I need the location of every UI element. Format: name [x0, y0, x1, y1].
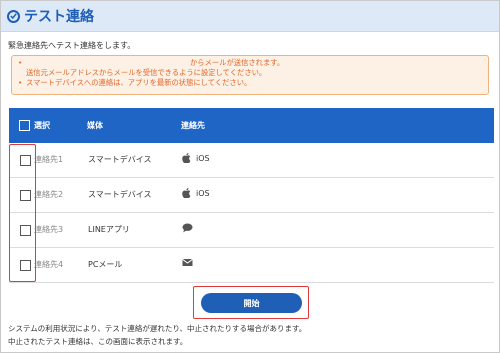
notice-text: スマートデバイスへの連絡は、アプリを最新の状態にしてください。	[26, 78, 252, 87]
contact-name: 連絡先2	[34, 190, 64, 199]
contact-name: 連絡先3	[34, 225, 64, 234]
checkbox-highlight	[9, 144, 36, 282]
check-circle-icon	[7, 9, 20, 23]
table-row: 連絡先2 スマートデバイス iOS	[9, 178, 494, 213]
header-medium: 媒体	[87, 121, 103, 130]
footer-note: 中止されたテスト連絡は、この画面に表示されます。	[8, 337, 188, 346]
notice-bullet: •	[18, 78, 23, 87]
notice-line: • スマートデバイスへの連絡は、アプリを最新の状態にしてください。	[12, 78, 488, 88]
notice-line: • からメールが送信されます。	[12, 58, 488, 68]
notice-line: 送信元メールアドレスからメールを受信できるように設定してください。	[12, 68, 488, 78]
contacts-table: 選択 媒体 連絡先 連絡先1 スマートデバイス iOS 連絡先2 スマートデバイ…	[9, 108, 494, 283]
start-button-highlight: 開始	[193, 286, 309, 319]
description-text: 緊急連絡先へテスト連絡をします。	[8, 41, 136, 50]
contact-os-label: iOS	[196, 154, 210, 163]
select-all-checkbox[interactable]	[19, 120, 30, 131]
panel-header: テスト連絡	[1, 1, 499, 32]
envelope-icon	[182, 258, 193, 267]
contact-medium: スマートデバイス	[88, 155, 152, 164]
header-contact: 連絡先	[181, 121, 205, 130]
contact-name: 連絡先1	[34, 155, 64, 164]
footer-note: システムの利用状況により、テスト連絡が遅れたり、中止されたりする場合があります。	[8, 324, 307, 333]
header-select: 選択	[34, 121, 50, 130]
table-row: 連絡先1 スマートデバイス iOS	[9, 143, 494, 178]
table-row: 連絡先3 LINEアプリ	[9, 213, 494, 248]
apple-icon	[182, 153, 191, 163]
apple-icon	[182, 188, 191, 198]
start-button[interactable]: 開始	[201, 293, 302, 313]
contact-name: 連絡先4	[34, 260, 64, 269]
notice-text: 送信元メールアドレスからメールを受信できるように設定してください。	[26, 68, 267, 77]
chat-bubble-icon	[182, 223, 193, 233]
table-header: 選択 媒体 連絡先	[9, 108, 494, 143]
contact-medium: PCメール	[88, 260, 123, 269]
notice-text: からメールが送信されます。	[190, 58, 285, 67]
page-title: テスト連絡	[24, 9, 94, 25]
test-contact-panel: テスト連絡 緊急連絡先へテスト連絡をします。 • からメールが送信されます。 送…	[0, 0, 500, 353]
contact-medium: LINEアプリ	[88, 225, 130, 234]
contact-medium: スマートデバイス	[88, 190, 152, 199]
table-row: 連絡先4 PCメール	[9, 248, 494, 283]
contact-os-label: iOS	[196, 189, 210, 198]
notice-bullet: •	[18, 58, 23, 67]
notice-box: • からメールが送信されます。 送信元メールアドレスからメールを受信できるように…	[11, 55, 489, 95]
